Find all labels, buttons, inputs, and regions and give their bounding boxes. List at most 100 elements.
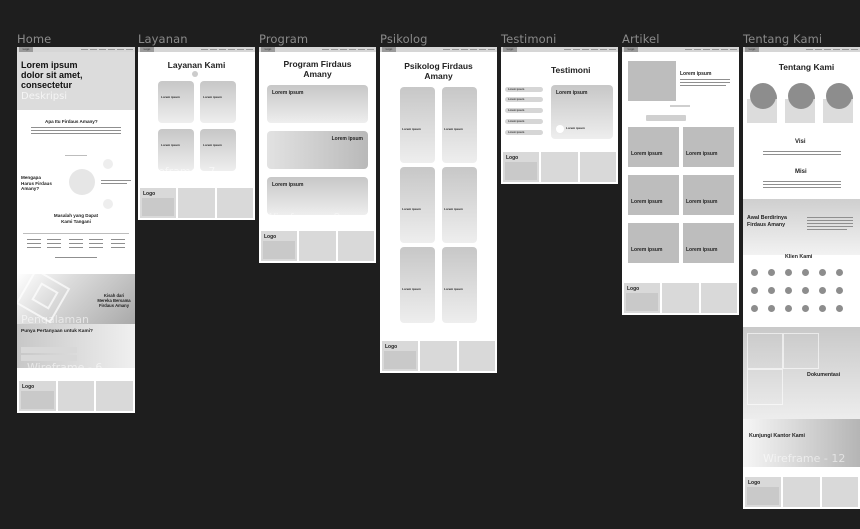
- page-title: Testimoni: [551, 65, 591, 75]
- article-card[interactable]: Lorem ipsum: [683, 223, 734, 263]
- testimonial-tab[interactable]: Lorem ipsum: [505, 108, 543, 113]
- client-logo: [836, 305, 843, 312]
- nav-logo[interactable]: Logo: [624, 47, 638, 52]
- frame-layanan[interactable]: Logo Layanan Kami Lorem ipsum Lorem ipsu…: [138, 47, 255, 220]
- faq-input[interactable]: [21, 355, 77, 361]
- clients-heading: Klien Kami: [785, 254, 813, 260]
- client-logo: [768, 287, 775, 294]
- service-card[interactable]: Lorem ipsum: [158, 81, 194, 123]
- service-card[interactable]: Lorem ipsum: [158, 129, 194, 171]
- visit-section: [743, 419, 860, 467]
- footer: Logo: [745, 477, 858, 507]
- frame-label-home[interactable]: Home: [17, 32, 51, 46]
- psychologist-card[interactable]: Lorem ipsum: [400, 167, 435, 243]
- nav-logo[interactable]: Logo: [382, 47, 396, 52]
- navbar: Logo: [259, 47, 376, 52]
- footer: Logo: [503, 152, 616, 182]
- frame-label-tentang-kami[interactable]: Tentang Kami: [743, 32, 822, 46]
- program-card[interactable]: Lorem ipsum: [267, 131, 368, 169]
- client-logo: [802, 269, 809, 276]
- client-logo: [751, 269, 758, 276]
- footer-logo[interactable]: Logo: [385, 344, 397, 350]
- footer-logo[interactable]: Logo: [506, 155, 518, 161]
- client-logo: [785, 287, 792, 294]
- story-heading: Kisah dari Mereka Bersama Firdaus Amany: [97, 293, 131, 308]
- psychologist-card[interactable]: Lorem ipsum: [442, 247, 477, 323]
- service-card[interactable]: Lorem ipsum: [200, 129, 236, 171]
- testimonial-tab[interactable]: Lorem ipsum: [505, 87, 543, 92]
- service-card[interactable]: Lorem ipsum: [200, 81, 236, 123]
- frame-artikel[interactable]: Logo Lorem ipsum Lorem ipsum Lorem ipsum…: [622, 47, 739, 315]
- client-logo: [819, 287, 826, 294]
- client-logo: [751, 305, 758, 312]
- client-logo: [802, 287, 809, 294]
- footer: Logo: [261, 231, 374, 261]
- nav-logo[interactable]: Logo: [261, 47, 275, 52]
- client-logo: [768, 269, 775, 276]
- hero-title: Lorem ipsum dolor sit amet, consectetur: [21, 60, 83, 90]
- navbar: Logo: [743, 47, 860, 52]
- client-logo: [785, 269, 792, 276]
- faq-input[interactable]: [21, 347, 77, 353]
- misi-heading: Misi: [795, 169, 807, 175]
- client-logo: [819, 305, 826, 312]
- client-logo: [836, 269, 843, 276]
- program-card[interactable]: Lorem ipsum: [267, 177, 368, 215]
- frame-label-program[interactable]: Program: [259, 32, 308, 46]
- article-card[interactable]: Lorem ipsum: [683, 127, 734, 167]
- article-card[interactable]: Lorem ipsum: [683, 175, 734, 215]
- page-title: Layanan Kami: [167, 60, 226, 70]
- frame-tentang-kami[interactable]: Logo Tentang Kami Visi Misi Awal Berdiri…: [743, 47, 860, 509]
- frame-program[interactable]: Logo Program Firdaus Amany Lorem ipsum L…: [259, 47, 376, 263]
- search-bar[interactable]: [646, 115, 686, 121]
- visit-heading: Kunjungi Kantor Kami: [749, 433, 805, 439]
- footer-logo[interactable]: Logo: [748, 480, 760, 486]
- article-card[interactable]: Lorem ipsum: [628, 223, 679, 263]
- psychologist-card[interactable]: Lorem ipsum: [442, 167, 477, 243]
- navbar: Logo: [501, 47, 618, 52]
- client-logo: [768, 305, 775, 312]
- testimonial-tab[interactable]: Lorem ipsum: [505, 119, 543, 124]
- nav-logo[interactable]: Logo: [745, 47, 759, 52]
- faq-heading: Punya Pertanyaan untuk Kami?: [21, 329, 93, 334]
- frame-label-artikel[interactable]: Artikel: [622, 32, 660, 46]
- featured-image: [628, 61, 676, 101]
- documentation-heading: Dokumentasi: [807, 372, 841, 378]
- frame-home[interactable]: Logo Lorem ipsum dolor sit amet, consect…: [17, 47, 135, 413]
- page-title: Program Firdaus Amany: [283, 59, 352, 79]
- frame-psikolog[interactable]: Logo Psikolog Firdaus Amany Lorem ipsum …: [380, 47, 497, 373]
- artikel-wireframe-label: Wireframe - 11: [624, 265, 707, 278]
- psychologist-card[interactable]: Lorem ipsum: [442, 87, 477, 163]
- client-logo: [802, 305, 809, 312]
- nav-logo[interactable]: Logo: [140, 47, 154, 52]
- client-logo: [785, 305, 792, 312]
- footer: Logo: [19, 381, 134, 411]
- footer: Logo: [382, 341, 495, 371]
- page-title: Psikolog Firdaus Amany: [404, 61, 473, 81]
- history-heading: Awal Berdirinya Firdaus Amany: [747, 215, 787, 228]
- nav-logo[interactable]: Logo: [503, 47, 517, 52]
- frame-label-layanan[interactable]: Layanan: [138, 32, 188, 46]
- psychologist-card[interactable]: Lorem ipsum: [400, 87, 435, 163]
- testimonial-tab[interactable]: Lorem ipsum: [505, 97, 543, 102]
- footer: Logo: [624, 283, 737, 313]
- footer-logo[interactable]: Logo: [22, 384, 34, 390]
- psychologist-card[interactable]: Lorem ipsum: [400, 247, 435, 323]
- footer-logo[interactable]: Logo: [264, 234, 276, 240]
- documentation-section: [743, 327, 860, 419]
- why-heading: Mengapa Harus Firdaus Amany?: [21, 175, 52, 191]
- client-logo: [836, 287, 843, 294]
- article-card[interactable]: Lorem ipsum: [628, 175, 679, 215]
- article-card[interactable]: Lorem ipsum: [628, 127, 679, 167]
- program-card[interactable]: Lorem ipsum: [267, 85, 368, 123]
- testimonial-tab[interactable]: Lorem ipsum: [505, 130, 543, 135]
- navbar: Logo: [138, 47, 255, 52]
- page-title: Tentang Kami: [778, 62, 835, 72]
- footer-logo[interactable]: Logo: [143, 191, 155, 197]
- client-logo: [819, 269, 826, 276]
- footer-logo[interactable]: Logo: [627, 286, 639, 292]
- frame-label-testimoni[interactable]: Testimoni: [501, 32, 556, 46]
- frame-testimoni[interactable]: Logo Testimoni Lorem ipsum Lorem ipsum L…: [501, 47, 618, 184]
- frame-label-psikolog[interactable]: Psikolog: [380, 32, 428, 46]
- navbar: Logo: [380, 47, 497, 52]
